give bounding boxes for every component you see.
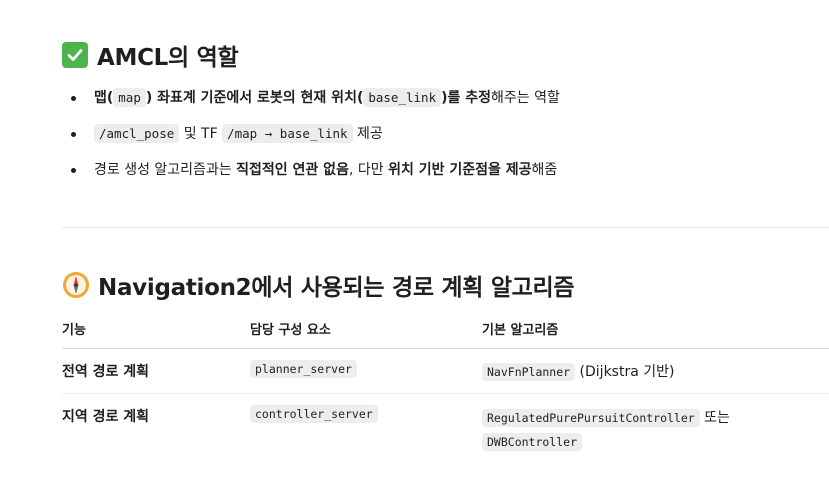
inline-code: planner_server [250, 360, 357, 378]
bullet-text: 위치 기반 기준점을 제공 [388, 162, 532, 178]
bullet-text: 제공 [352, 126, 383, 142]
inline-code: NavFnPlanner [482, 363, 576, 381]
table-row: 지역 경로 계획 controller_server RegulatedPure… [62, 394, 829, 457]
inline-code: controller_server [250, 405, 378, 423]
bullet-text: , 다만 [348, 162, 389, 178]
inline-code: RegulatedPurePursuitController [482, 409, 700, 427]
inline-code: /map → base_link [222, 124, 353, 143]
cell-text: (Dijkstra 기반) [575, 364, 675, 380]
bullet-text: 해줌 [531, 162, 558, 178]
list-item: /amcl_pose 및 TF /map → base_link 제공 [62, 124, 802, 160]
section-title: Navigation2에서 사용되는 경로 계획 알고리즘 [98, 275, 575, 301]
bullet-text: ) 좌표계 기준에서 로봇의 현재 위치( [145, 90, 364, 106]
planner-table: 기능 담당 구성 요소 기본 알고리즘 전역 경로 계획 planner_ser… [62, 318, 829, 456]
bullet-text: 맵( [94, 90, 114, 106]
check-mark-icon [62, 42, 88, 68]
table-header: 기능 [62, 318, 250, 349]
inline-code: map [113, 88, 146, 107]
table-cell-algorithm: RegulatedPurePursuitController 또는 DWBCont… [482, 394, 829, 457]
table-row: 전역 경로 계획 planner_server NavFnPlanner (Di… [62, 348, 829, 394]
bullet-text: 및 TF [179, 126, 223, 142]
cell-text: 또는 [699, 410, 730, 426]
bullet-text: )를 추정 [441, 90, 492, 106]
inline-code: DWBController [482, 433, 583, 451]
table-cell-algorithm: NavFnPlanner (Dijkstra 기반) [482, 348, 829, 394]
table-header: 기본 알고리즘 [482, 318, 829, 349]
table-header: 담당 구성 요소 [250, 318, 482, 349]
table-cell-component: planner_server [250, 348, 482, 394]
compass-icon [62, 271, 90, 299]
inline-code: base_link [363, 88, 442, 107]
table-cell-function: 지역 경로 계획 [62, 409, 150, 425]
section-divider [62, 227, 829, 228]
bullet-text: 경로 생성 알고리즘과는 [94, 162, 237, 178]
table-cell-function: 전역 경로 계획 [62, 348, 250, 394]
section-heading-amcl: AMCL의 역할 [62, 38, 239, 72]
amcl-bullet-list: 맵(map) 좌표계 기준에서 로봇의 현재 위치(base_link)를 추정… [62, 88, 802, 196]
section-title: AMCL의 역할 [97, 45, 239, 71]
inline-code: /amcl_pose [94, 124, 180, 143]
list-item: 맵(map) 좌표계 기준에서 로봇의 현재 위치(base_link)를 추정… [62, 88, 802, 124]
bullet-text: 해주는 역할 [491, 90, 560, 106]
bullet-text: 직접적인 연관 없음 [236, 162, 349, 178]
table-cell-component: controller_server [250, 394, 482, 457]
section-heading-navigation2: Navigation2에서 사용되는 경로 계획 알고리즘 [62, 268, 575, 302]
list-item: 경로 생성 알고리즘과는 직접적인 연관 없음, 다만 위치 기반 기준점을 제… [62, 160, 802, 196]
